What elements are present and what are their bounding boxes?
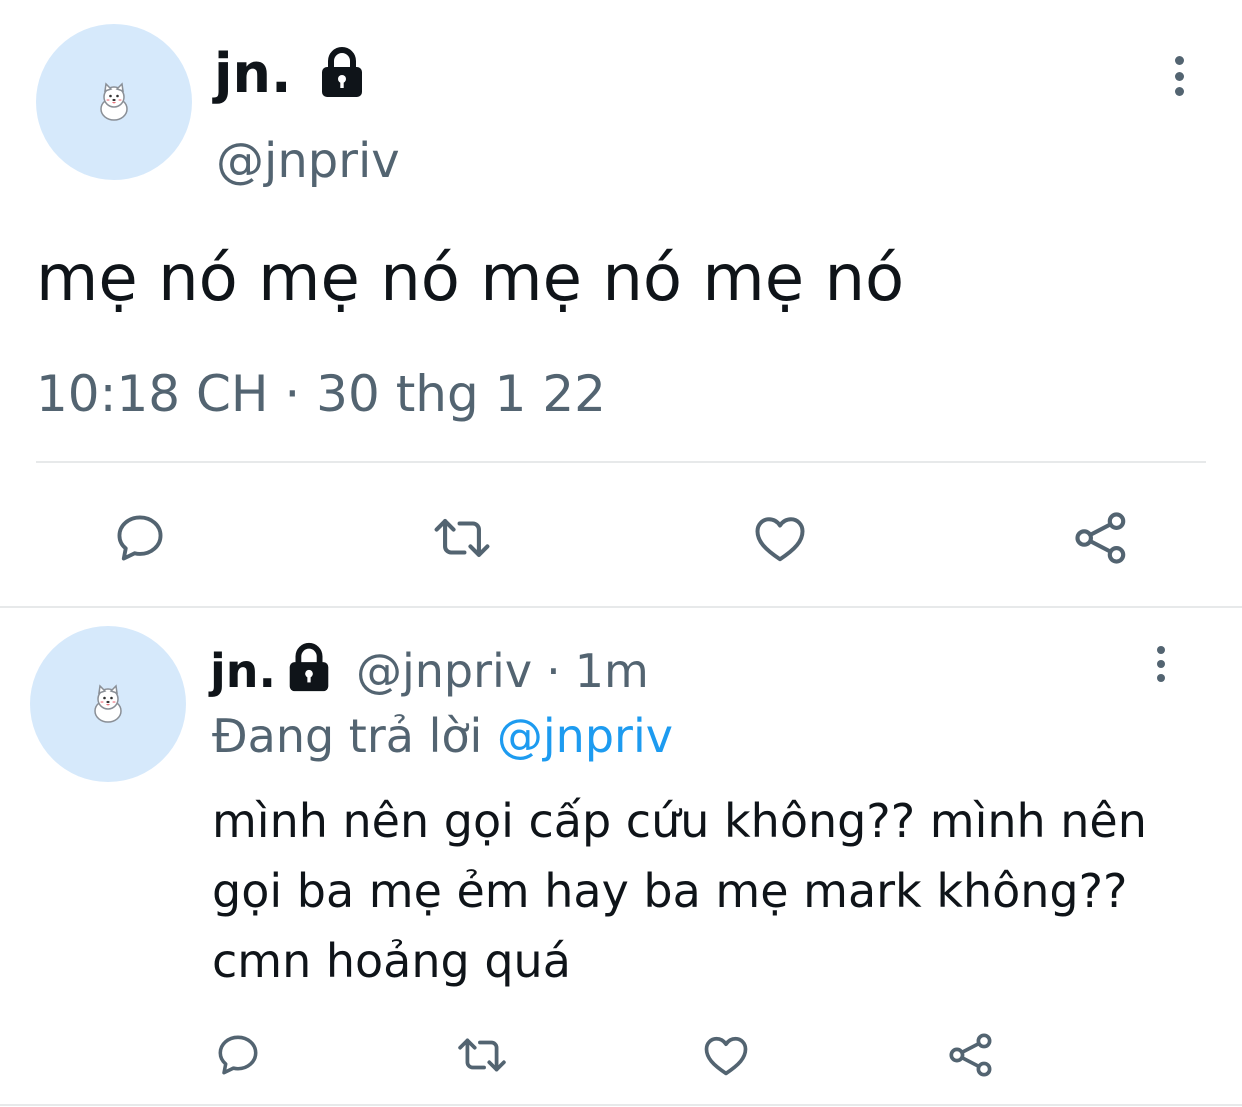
lock-icon bbox=[289, 642, 329, 692]
heart-icon bbox=[704, 1036, 748, 1076]
share-icon bbox=[1075, 512, 1126, 564]
section-divider bbox=[0, 606, 1242, 608]
time-ago[interactable]: 1m bbox=[575, 644, 649, 698]
reply-header: jn. @jnpriv · 1m bbox=[210, 636, 649, 706]
reply-text: mình nên gọi cấp cứu không?? mình nên gọ… bbox=[212, 794, 1147, 988]
share-button[interactable] bbox=[1068, 506, 1134, 570]
replying-to-mention[interactable]: @jnpriv bbox=[497, 709, 673, 763]
reply-button[interactable] bbox=[106, 506, 174, 570]
bottom-divider bbox=[0, 1104, 1242, 1106]
like-button[interactable] bbox=[748, 506, 812, 570]
share-button[interactable] bbox=[942, 1028, 1000, 1082]
display-name[interactable]: jn. bbox=[214, 38, 370, 110]
separator: · bbox=[546, 644, 561, 698]
divider bbox=[36, 461, 1206, 463]
samoyed-dog-icon bbox=[94, 684, 122, 723]
reply-icon bbox=[117, 515, 163, 561]
timestamp[interactable]: 10:18 CH · 30 thg 1 22 bbox=[36, 360, 606, 428]
replying-to-label: Đang trả lời bbox=[212, 709, 483, 763]
avatar[interactable] bbox=[30, 626, 186, 782]
lock-icon bbox=[322, 47, 363, 98]
avatar[interactable] bbox=[36, 24, 192, 180]
retweet-button[interactable] bbox=[426, 506, 498, 570]
display-name[interactable]: jn. bbox=[210, 644, 276, 698]
tweet-text: mẹ nó mẹ nó mẹ nó mẹ nó bbox=[36, 242, 905, 316]
retweet-icon bbox=[458, 1038, 506, 1072]
more-vertical-icon[interactable] bbox=[1166, 56, 1192, 96]
retweet-icon bbox=[434, 519, 490, 557]
reply-button[interactable] bbox=[210, 1028, 266, 1082]
replying-to: Đang trả lời @jnpriv bbox=[212, 704, 673, 768]
heart-icon bbox=[755, 517, 805, 562]
like-button[interactable] bbox=[698, 1028, 754, 1082]
reply-icon bbox=[218, 1035, 258, 1075]
samoyed-dog-icon bbox=[100, 82, 128, 121]
handle[interactable]: @jnpriv bbox=[216, 128, 400, 194]
display-name-text: jn. bbox=[214, 42, 292, 105]
share-icon bbox=[949, 1033, 992, 1077]
handle[interactable]: @jnpriv bbox=[356, 644, 532, 698]
more-vertical-icon[interactable] bbox=[1148, 646, 1174, 682]
retweet-button[interactable] bbox=[452, 1028, 512, 1082]
